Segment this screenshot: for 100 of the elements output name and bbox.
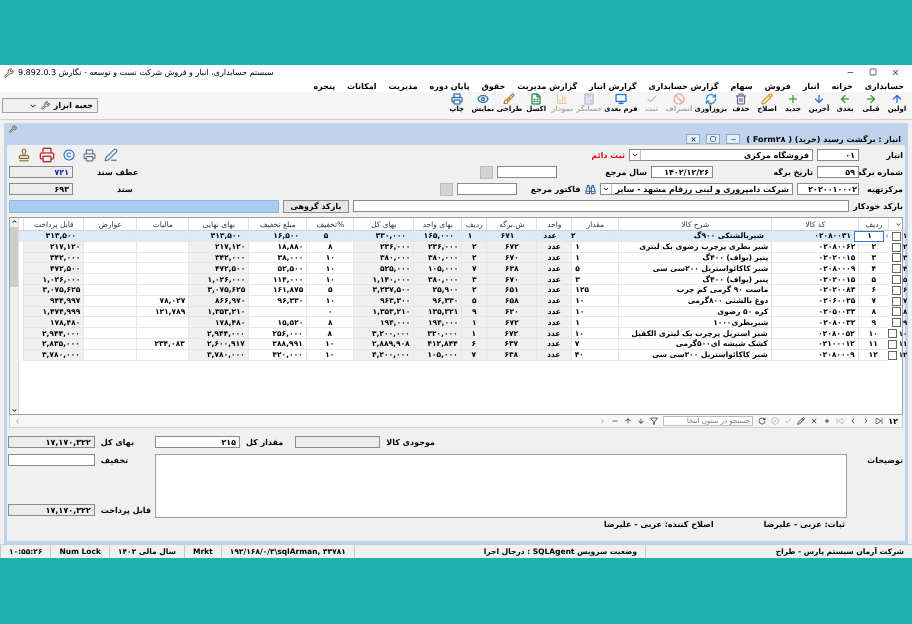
form-title: انبار : برگشت رسید (خرید) ( Form۲۸ )	[746, 134, 901, 144]
printer-icon[interactable]	[83, 148, 96, 162]
field-label: انبار	[885, 150, 903, 160]
arrow-up-icon	[891, 93, 903, 105]
arrow-down-icon	[813, 93, 825, 105]
scroll-down-icon[interactable]	[10, 407, 18, 414]
caret-icon	[602, 185, 610, 193]
vertical-scrollbar[interactable]	[10, 218, 19, 414]
reference-invoice-field[interactable]	[456, 183, 516, 195]
field-label: عطف سند	[97, 168, 138, 176]
pencil-icon	[761, 93, 773, 105]
notes-field[interactable]	[155, 454, 847, 518]
menu-item[interactable]: امکانات	[347, 82, 377, 90]
menu-item[interactable]: پایان دوره	[430, 82, 470, 90]
date-field[interactable]: ۱۴۰۲/۱۲/۲۶	[651, 166, 713, 178]
created-by-text: ثبات: عربی - علیرضا	[764, 520, 845, 531]
total-price-field[interactable]: ۱۷,۱۷۰,۳۲۲	[8, 436, 95, 448]
filter-icon[interactable]	[650, 417, 658, 425]
supplier-dropdown[interactable]: شرکت دامپروری و لبنی رزقام مشهد - سایر	[600, 183, 793, 195]
app-icon	[4, 68, 14, 78]
discount-field[interactable]	[8, 454, 95, 466]
delete-icon[interactable]	[810, 417, 818, 425]
menu-item[interactable]: پنجره	[313, 82, 336, 90]
arrow-down-icon[interactable]	[637, 417, 646, 425]
stock-field[interactable]	[295, 436, 380, 448]
field-label: قابل پرداخت	[100, 506, 151, 514]
row-checkbox[interactable]	[892, 286, 901, 295]
field-label: سال مرجع	[604, 168, 647, 176]
spreadsheet-icon	[530, 93, 542, 105]
menu-item[interactable]: حقوق	[482, 82, 506, 90]
monitor-icon	[614, 93, 627, 105]
arrow-up-icon[interactable]	[624, 417, 632, 425]
menu-item[interactable]: گزارش مدیریت	[517, 82, 578, 90]
printer-icon	[450, 93, 463, 105]
field-label: بارکد خودکار	[853, 202, 903, 210]
supplier-code-field[interactable]: ۲۰۲۰۰۱۰۰۰۲	[797, 183, 859, 195]
row-checkbox[interactable]	[892, 242, 901, 252]
maximize-icon[interactable]	[869, 68, 877, 76]
plus-icon	[787, 93, 799, 105]
toolbox-dropdown[interactable]: جعبه ابزار	[2, 98, 98, 113]
asterisk-icon[interactable]	[823, 417, 832, 425]
refresh-icon[interactable]	[758, 417, 766, 425]
copyright-icon[interactable]	[63, 149, 75, 161]
field-label: مرکزتهیه	[866, 184, 903, 194]
menu-item[interactable]: سهام	[730, 82, 753, 90]
menu-item[interactable]: فروش	[764, 82, 791, 90]
document-field[interactable]: ۶۹۳	[9, 183, 73, 195]
pen-icon[interactable]	[104, 148, 118, 162]
scroll-up-icon[interactable]	[10, 218, 18, 225]
arrow-left-icon	[839, 93, 851, 105]
refresh-icon	[704, 93, 717, 105]
window-title: سیستم حسابداری، انبار و فروش شرکت تست و توسعه - نگارش 9.892.0.3	[18, 68, 274, 77]
status-label: ثبت دائم	[591, 150, 625, 160]
payable-field[interactable]: ۱۷,۱۷۰,۳۲۲	[8, 504, 95, 516]
first-icon[interactable]	[875, 417, 884, 425]
row-checkbox[interactable]	[892, 307, 901, 316]
row-checkbox[interactable]	[892, 253, 901, 262]
row-checkbox[interactable]	[892, 275, 901, 284]
total-quantity-field[interactable]: ۲۱۵	[155, 436, 240, 448]
modified-by-text: اصلاح کننده: عربی - علیرضا	[604, 520, 714, 531]
binoculars-icon[interactable]	[584, 184, 596, 194]
printer-icon[interactable]	[39, 147, 55, 163]
menu-item[interactable]: حسابداری	[864, 82, 904, 90]
minimize-button[interactable]	[726, 134, 740, 144]
close-icon[interactable]	[891, 68, 900, 77]
bar-chart-icon	[556, 93, 568, 105]
menu-item[interactable]: گزارش انبار	[589, 82, 637, 90]
row-checkbox[interactable]	[892, 232, 901, 241]
barcode-field[interactable]	[352, 200, 850, 212]
arrow-right-icon	[865, 93, 877, 105]
field-label: مقدار کل	[246, 438, 284, 446]
reference-year-field[interactable]	[497, 166, 557, 178]
row-checkbox[interactable]	[892, 264, 901, 274]
row-checkbox[interactable]	[892, 296, 901, 306]
field-label: توضیحات	[866, 455, 903, 467]
stamp-icon[interactable]	[17, 148, 31, 162]
warehouse-dropdown[interactable]: فروشگاه مرکزی	[629, 149, 813, 161]
field-label: تاریخ برگه	[772, 168, 813, 176]
group-barcode-button[interactable]: بارکد گروهی	[283, 200, 349, 212]
ban-icon	[673, 93, 686, 105]
field-label: سند	[117, 184, 133, 194]
menu-item[interactable]: مدیریت	[388, 82, 418, 90]
edit-icon[interactable]	[797, 417, 806, 425]
restore-button[interactable]	[706, 134, 720, 144]
column-menu-icon[interactable]	[895, 220, 902, 228]
toolbox-icon	[40, 101, 50, 110]
menu-item[interactable]: گزارش حسابداری	[648, 82, 719, 90]
form-icon	[9, 125, 17, 133]
row-checkbox[interactable]	[892, 318, 901, 328]
maximize-icon	[710, 136, 716, 142]
close-button[interactable]	[686, 134, 700, 144]
check-icon[interactable]	[784, 417, 792, 425]
menu-item[interactable]: خزانه	[831, 82, 853, 90]
document-reference-field[interactable]: ۷۲۱	[9, 166, 73, 178]
menu-item[interactable]: انبار	[802, 82, 820, 90]
brush-icon	[503, 93, 516, 105]
field-label: بهای کل	[100, 438, 134, 446]
warehouse-code-field[interactable]: ۰۱	[817, 149, 859, 161]
calculator-icon	[583, 93, 596, 105]
sheet-number-field[interactable]: ۵۹	[817, 166, 859, 178]
